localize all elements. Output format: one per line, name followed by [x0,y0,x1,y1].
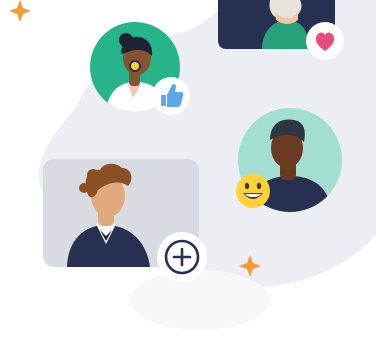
avatar-collage-illustration [0,0,376,338]
grinning-emoji-icon [236,174,270,208]
sparkle-icon-top-left [9,0,31,22]
thumbs-up-icon [152,77,190,115]
add-circle-icon [157,232,207,282]
illustration-canvas [9,0,376,330]
ground-shadow [130,270,270,330]
heart-icon [306,22,344,60]
